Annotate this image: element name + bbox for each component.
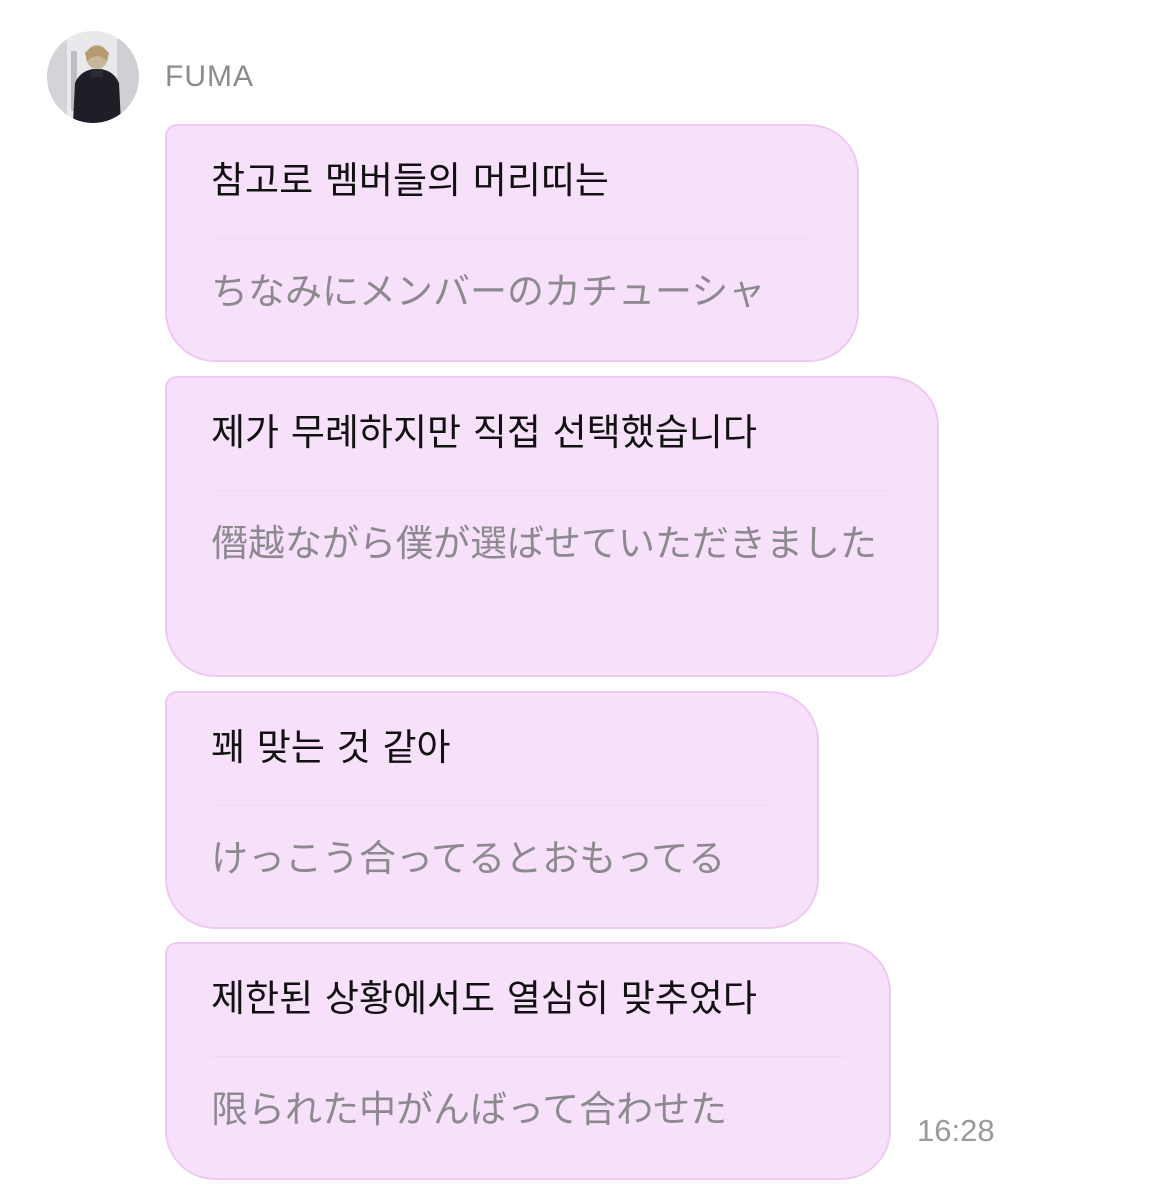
sender-name: FUMA [165, 60, 254, 93]
avatar[interactable] [47, 31, 139, 123]
message-timestamp: 16:28 [917, 1113, 995, 1148]
message-bubble[interactable]: 제가 무례하지만 직접 선택했습니다 僭越ながら僕が選ばせていただきました [165, 376, 939, 677]
message-korean-text: 제한된 상황에서도 열심히 맞추었다 [211, 972, 845, 1057]
message-bubble[interactable]: 제한된 상황에서도 열심히 맞추었다 限られた中がんばって合わせた [165, 942, 891, 1180]
message-bubble[interactable]: 참고로 멤버들의 머리띠는 ちなみにメンバーのカチューシャ [165, 124, 859, 362]
avatar-photo [47, 31, 139, 123]
message-korean-text: 참고로 멤버들의 머리띠는 [211, 154, 813, 239]
message-korean-text: 제가 무례하지만 직접 선택했습니다 [211, 406, 893, 491]
message-japanese-text: 僭越ながら僕が選ばせていただきました [211, 522, 877, 565]
message-japanese-text: 限られた中がんばって合わせた [211, 1088, 728, 1131]
message-korean-text: 꽤 맞는 것 같아 [211, 721, 773, 806]
message-japanese-text: けっこう合ってるとおもってる [211, 837, 726, 880]
message-japanese-text: ちなみにメンバーのカチューシャ [211, 270, 766, 313]
message-bubble[interactable]: 꽤 맞는 것 같아 けっこう合ってるとおもってる [165, 691, 819, 929]
